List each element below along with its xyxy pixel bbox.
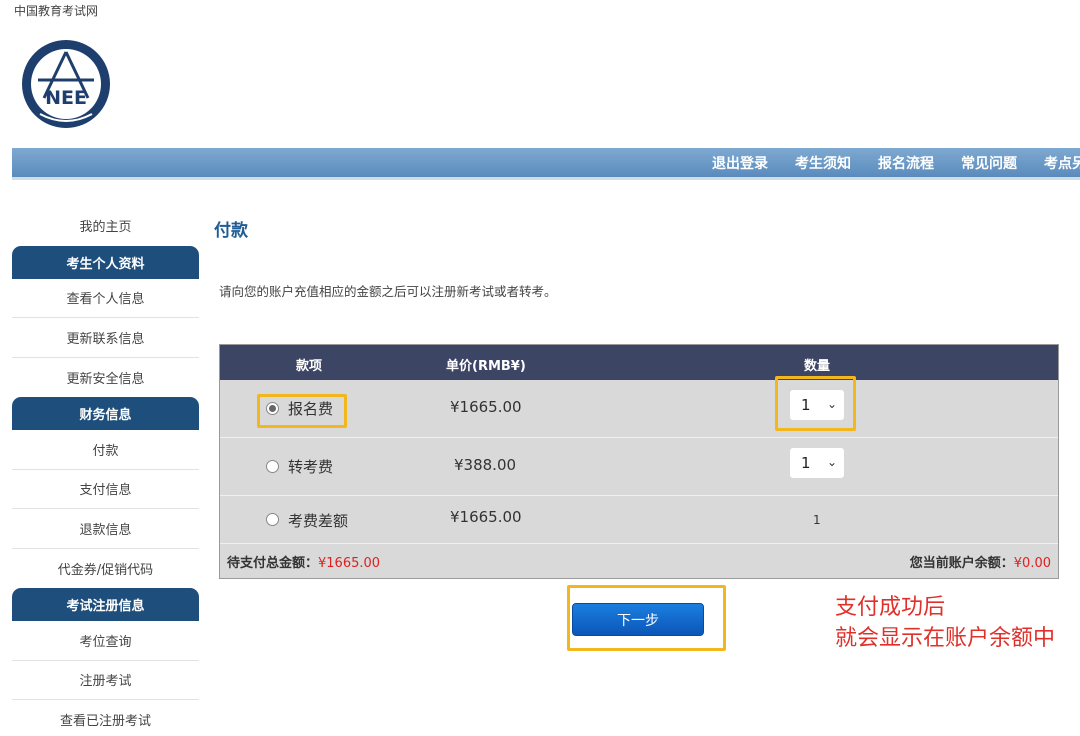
sidebar-item-voucher[interactable]: 代金券/促销代码	[12, 549, 199, 589]
instruction-text: 请向您的账户充值相应的金额之后可以注册新考试或者转考。	[219, 284, 557, 299]
table-row: 考费差额 ¥1665.00 1	[220, 496, 1058, 544]
total-value: ¥1665.00	[318, 556, 381, 571]
header-item: 款项	[296, 359, 323, 374]
nav-faq[interactable]: 常见问题	[961, 153, 1017, 173]
account-balance: 您当前账户余额：¥0.00	[910, 552, 1051, 571]
sidebar-section-profile: 考生个人资料	[12, 245, 199, 279]
balance-value: ¥0.00	[1013, 556, 1051, 571]
sidebar-section-finance: 财务信息	[12, 397, 199, 430]
qty-select[interactable]: 1 ⌄	[790, 448, 844, 478]
table-footer: 待支付总金额：¥1665.00 您当前账户余额：¥0.00	[220, 544, 1058, 578]
logo-text: NEE	[45, 87, 87, 109]
sidebar-section-exam-registration: 考试注册信息	[12, 588, 199, 621]
sidebar-item-seat-search[interactable]: 考位查询	[12, 621, 199, 661]
radio-transfer-fee[interactable]	[266, 460, 279, 473]
row-price: ¥1665.00	[450, 398, 522, 416]
sidebar: 我的主页 考生个人资料 查看个人信息 更新联系信息 更新安全信息 财务信息 付款…	[12, 206, 199, 736]
next-step-button[interactable]: 下一步	[572, 603, 704, 636]
highlight-box-quantity	[775, 376, 856, 431]
row-price: ¥388.00	[454, 456, 517, 474]
sidebar-item-home[interactable]: 我的主页	[12, 206, 199, 246]
annotation-line-2: 就会显示在账户余额中	[835, 626, 1056, 651]
header-price: 单价(RMB¥)	[446, 359, 526, 374]
row-name: 考费差额	[288, 512, 349, 530]
table-row: 转考费 ¥388.00 1 ⌄	[220, 438, 1058, 496]
sidebar-item-register-exam[interactable]: 注册考试	[12, 661, 199, 700]
row-name: 转考费	[288, 458, 334, 476]
sidebar-item-view-registered[interactable]: 查看已注册考试	[12, 700, 199, 736]
header-qty: 数量	[804, 359, 831, 374]
radio-fee-difference[interactable]	[266, 513, 279, 526]
highlight-box-fee-option	[257, 394, 347, 428]
sidebar-item-view-profile[interactable]: 查看个人信息	[12, 279, 199, 318]
total-due: 待支付总金额：¥1665.00	[227, 552, 380, 571]
qty-value: 1	[801, 454, 811, 472]
nav-registration-process[interactable]: 报名流程	[878, 153, 934, 173]
annotation-note: 支付成功后 就会显示在账户余额中	[835, 592, 1055, 654]
payment-table: 款项 单价(RMB¥) 数量 报名费 ¥1665.00 1 ⌄ 转考费 ¥388…	[219, 344, 1059, 579]
top-nav-bar: 退出登录 考生须知 报名流程 常见问题 考点另	[12, 148, 1080, 180]
sidebar-item-update-security[interactable]: 更新安全信息	[12, 358, 199, 398]
nee-logo: NEE	[22, 40, 110, 128]
site-name: 中国教育考试网	[14, 4, 99, 18]
total-label: 待支付总金额：	[227, 556, 319, 571]
balance-label: 您当前账户余额：	[909, 556, 1014, 571]
nav-test-centers[interactable]: 考点另	[1044, 153, 1080, 173]
chevron-down-icon: ⌄	[826, 455, 837, 469]
page-title: 付款	[214, 221, 248, 241]
qty-value: 1	[813, 513, 821, 527]
sidebar-item-refund-info[interactable]: 退款信息	[12, 509, 199, 549]
sidebar-item-update-contact[interactable]: 更新联系信息	[12, 318, 199, 358]
row-price: ¥1665.00	[450, 508, 522, 526]
sidebar-item-payment-info[interactable]: 支付信息	[12, 470, 199, 509]
table-header: 款项 单价(RMB¥) 数量	[220, 345, 1058, 380]
annotation-line-1: 支付成功后	[835, 595, 946, 620]
nav-candidate-notice[interactable]: 考生须知	[795, 153, 851, 173]
nav-logout[interactable]: 退出登录	[712, 153, 768, 173]
sidebar-item-payment[interactable]: 付款	[12, 430, 199, 470]
